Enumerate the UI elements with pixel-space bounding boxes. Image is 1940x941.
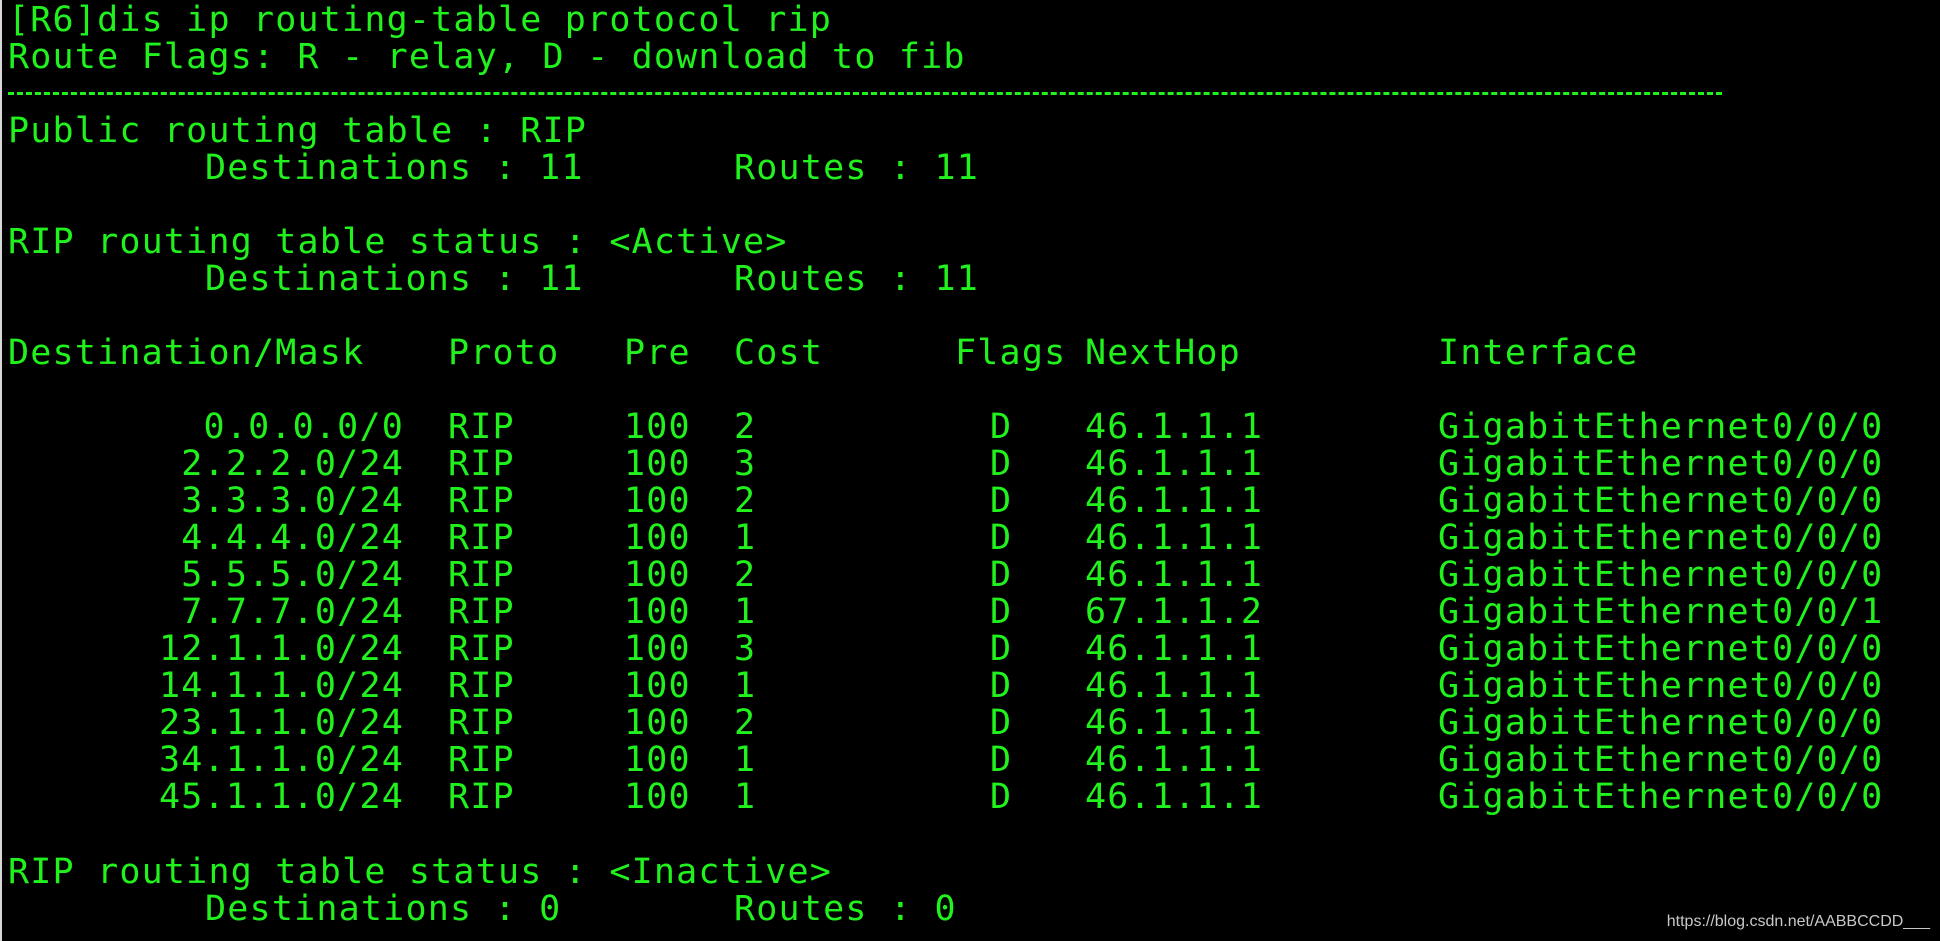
route-interface: GigabitEthernet0/0/0 (1438, 740, 1884, 780)
inactive-status-title: RIP routing table status : <Inactive> (8, 852, 833, 892)
route-destination: 4.4.4.0/24 (181, 518, 404, 558)
route-flags: D (990, 703, 1013, 743)
route-destination: 12.1.1.0/24 (159, 629, 404, 669)
route-preference: 100 (624, 740, 691, 780)
route-proto: RIP (448, 666, 515, 706)
route-preference: 100 (624, 518, 691, 558)
route-nexthop: 46.1.1.1 (1085, 703, 1264, 743)
route-preference: 100 (624, 666, 691, 706)
route-cost: 1 (734, 592, 757, 632)
header-pre: Pre (624, 333, 691, 373)
route-interface: GigabitEthernet0/0/0 (1438, 629, 1884, 669)
separator-rule (8, 92, 1722, 95)
route-nexthop: 46.1.1.1 (1085, 481, 1264, 521)
route-proto: RIP (448, 518, 515, 558)
route-proto: RIP (448, 703, 515, 743)
header-interface: Interface (1438, 333, 1639, 373)
route-nexthop: 46.1.1.1 (1085, 518, 1264, 558)
header-proto: Proto (448, 333, 560, 373)
route-preference: 100 (624, 481, 691, 521)
route-destination: 45.1.1.0/24 (159, 777, 404, 817)
route-nexthop: 67.1.1.2 (1085, 592, 1264, 632)
route-cost: 1 (734, 666, 757, 706)
header-flags: Flags (955, 333, 1067, 373)
watermark-url: https://blog.csdn.net/AABBCCDD___ (1666, 913, 1930, 930)
route-nexthop: 46.1.1.1 (1085, 555, 1264, 595)
route-destination: 3.3.3.0/24 (181, 481, 404, 521)
route-flags: D (990, 592, 1013, 632)
route-destination: 5.5.5.0/24 (181, 555, 404, 595)
route-cost: 1 (734, 777, 757, 817)
active-status-title: RIP routing table status : <Active> (8, 222, 788, 262)
route-proto: RIP (448, 629, 515, 669)
route-interface: GigabitEthernet0/0/0 (1438, 555, 1884, 595)
route-flags: D (990, 407, 1013, 447)
inactive-destinations-count: Destinations : 0 (205, 889, 562, 929)
route-nexthop: 46.1.1.1 (1085, 444, 1264, 484)
header-cost: Cost (734, 333, 824, 373)
route-proto: RIP (448, 777, 515, 817)
route-destination: 14.1.1.0/24 (159, 666, 404, 706)
terminal-window[interactable]: [R6]dis ip routing-table protocol rip Ro… (0, 0, 1940, 941)
active-routes-count: Routes : 11 (734, 259, 979, 299)
public-table-title: Public routing table : RIP (8, 111, 588, 151)
route-preference: 100 (624, 777, 691, 817)
route-flags: D (990, 444, 1013, 484)
route-destination: 2.2.2.0/24 (181, 444, 404, 484)
route-proto: RIP (448, 444, 515, 484)
route-proto: RIP (448, 555, 515, 595)
route-preference: 100 (624, 703, 691, 743)
route-flags-legend: Route Flags: R - relay, D - download to … (8, 37, 966, 77)
route-flags: D (990, 777, 1013, 817)
route-interface: GigabitEthernet0/0/1 (1438, 592, 1884, 632)
route-interface: GigabitEthernet0/0/0 (1438, 777, 1884, 817)
route-preference: 100 (624, 444, 691, 484)
route-proto: RIP (448, 592, 515, 632)
route-destination: 7.7.7.0/24 (181, 592, 404, 632)
route-cost: 1 (734, 518, 757, 558)
route-cost: 2 (734, 703, 757, 743)
command-line: [R6]dis ip routing-table protocol rip (8, 0, 833, 40)
route-cost: 2 (734, 555, 757, 595)
route-destination: 34.1.1.0/24 (159, 740, 404, 780)
route-proto: RIP (448, 407, 515, 447)
header-nexthop: NextHop (1085, 333, 1241, 373)
route-preference: 100 (624, 629, 691, 669)
route-nexthop: 46.1.1.1 (1085, 740, 1264, 780)
header-destination-mask: Destination/Mask (8, 333, 365, 373)
route-cost: 1 (734, 740, 757, 780)
route-interface: GigabitEthernet0/0/0 (1438, 444, 1884, 484)
route-interface: GigabitEthernet0/0/0 (1438, 518, 1884, 558)
route-interface: GigabitEthernet0/0/0 (1438, 703, 1884, 743)
route-cost: 3 (734, 444, 757, 484)
route-preference: 100 (624, 555, 691, 595)
public-routes-count: Routes : 11 (734, 148, 979, 188)
route-destination: 0.0.0.0/0 (203, 407, 404, 447)
active-destinations-count: Destinations : 11 (205, 259, 584, 299)
route-flags: D (990, 740, 1013, 780)
route-cost: 2 (734, 481, 757, 521)
route-preference: 100 (624, 592, 691, 632)
route-preference: 100 (624, 407, 691, 447)
route-nexthop: 46.1.1.1 (1085, 666, 1264, 706)
route-flags: D (990, 666, 1013, 706)
route-nexthop: 46.1.1.1 (1085, 777, 1264, 817)
route-flags: D (990, 481, 1013, 521)
route-nexthop: 46.1.1.1 (1085, 407, 1264, 447)
route-interface: GigabitEthernet0/0/0 (1438, 481, 1884, 521)
public-destinations-count: Destinations : 11 (205, 148, 584, 188)
route-interface: GigabitEthernet0/0/0 (1438, 666, 1884, 706)
route-cost: 2 (734, 407, 757, 447)
route-proto: RIP (448, 481, 515, 521)
route-flags: D (990, 518, 1013, 558)
route-proto: RIP (448, 740, 515, 780)
route-cost: 3 (734, 629, 757, 669)
inactive-routes-count: Routes : 0 (734, 889, 957, 929)
route-flags: D (990, 555, 1013, 595)
route-flags: D (990, 629, 1013, 669)
route-interface: GigabitEthernet0/0/0 (1438, 407, 1884, 447)
route-destination: 23.1.1.0/24 (159, 703, 404, 743)
route-nexthop: 46.1.1.1 (1085, 629, 1264, 669)
